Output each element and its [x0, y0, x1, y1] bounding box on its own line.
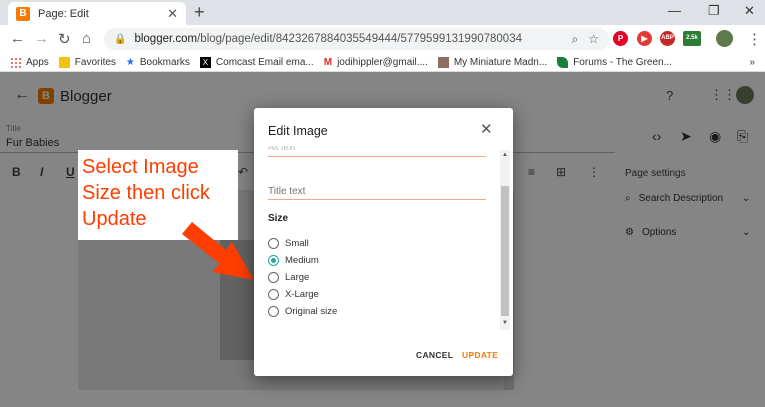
size-option-large[interactable]: Large: [268, 272, 309, 283]
dialog-title: Edit Image: [268, 124, 328, 138]
folder-icon: [58, 57, 70, 68]
radio-small[interactable]: [268, 238, 279, 249]
zoom-search-icon[interactable]: ⌕: [572, 32, 579, 47]
bookmark-gmail[interactable]: Mjodihippler@gmail....: [324, 57, 428, 68]
bookmark-label: Comcast Email ema...: [215, 57, 314, 68]
forward-icon[interactable]: →: [34, 30, 49, 47]
profile-avatar[interactable]: [716, 30, 733, 47]
radio-medium[interactable]: [268, 255, 279, 266]
counter-extension-icon[interactable]: 2.5k: [683, 31, 701, 46]
scroll-down-icon[interactable]: ▼: [502, 320, 508, 326]
pinterest-extension-icon[interactable]: P: [613, 31, 628, 46]
url-path: /blog/page/edit/8423267884035549444/5779…: [197, 33, 522, 45]
radio-x-large[interactable]: [268, 289, 279, 300]
url-text: blogger.com/blog/page/edit/8423267884035…: [134, 33, 571, 45]
option-label: Large: [285, 272, 310, 283]
option-label: Small: [285, 238, 309, 249]
update-button[interactable]: UPDATE: [462, 350, 498, 360]
star-icon: ★: [125, 57, 135, 68]
bookmarks-bar: Apps Favorites ★ Bookmarks X Comcast Email…: [0, 54, 765, 72]
bookmark-label: My Miniature Madn...: [453, 57, 548, 68]
scroll-up-icon[interactable]: ▲: [502, 152, 508, 158]
alt-text-field[interactable]: Alt text: [268, 146, 486, 157]
option-label: Medium: [285, 255, 319, 266]
maximize-icon[interactable]: ❐: [708, 3, 720, 19]
size-option-original[interactable]: Original size: [268, 306, 337, 317]
bookmark-favorites[interactable]: Favorites: [58, 57, 116, 68]
image-icon: [437, 57, 449, 68]
apps-grid-icon: [10, 57, 21, 68]
bookmark-label: Forums - The Green...: [573, 57, 672, 68]
bookmark-label: jodihippler@gmail....: [337, 57, 428, 68]
leaf-icon: [557, 57, 569, 68]
gmail-icon: M: [323, 57, 333, 68]
reload-icon[interactable]: ↻: [58, 30, 71, 48]
radio-original[interactable]: [268, 306, 279, 317]
adblock-extension-icon[interactable]: ABP: [660, 31, 675, 46]
bookmark-label: Apps: [26, 57, 49, 68]
window-close-icon[interactable]: ✕: [744, 3, 755, 19]
bookmark-bookmarks[interactable]: ★ Bookmarks: [126, 57, 190, 68]
url-host: blogger.com: [134, 33, 198, 45]
home-icon[interactable]: ⌂: [82, 30, 91, 47]
chrome-menu-icon[interactable]: ⋮: [747, 30, 762, 48]
record-extension-icon[interactable]: ▶: [637, 31, 652, 46]
size-option-small[interactable]: Small: [268, 238, 309, 249]
back-icon[interactable]: ←: [10, 30, 25, 47]
size-option-medium[interactable]: Medium: [268, 255, 319, 266]
lock-icon: 🔒: [114, 33, 127, 45]
bookmark-forums[interactable]: Forums - The Green...: [557, 57, 672, 68]
size-option-x-large[interactable]: X-Large: [268, 289, 319, 300]
callout-arrow-icon: [182, 222, 254, 280]
browser-tab[interactable]: B Page: Edit ✕: [8, 2, 186, 25]
bookmark-label: Favorites: [74, 57, 116, 68]
more-bookmarks-icon[interactable]: »: [749, 57, 755, 68]
tab-title: Page: Edit: [38, 7, 89, 20]
bookmark-label: Bookmarks: [139, 57, 190, 68]
x-icon: X: [199, 57, 211, 68]
cancel-button[interactable]: CANCEL: [416, 350, 453, 360]
dialog-close-icon[interactable]: ✕: [480, 120, 493, 138]
dialog-scrollbar-thumb[interactable]: [501, 186, 509, 316]
option-label: Original size: [285, 306, 338, 317]
title-text-input[interactable]: [268, 183, 486, 200]
minimize-icon[interactable]: —: [668, 3, 681, 18]
address-bar[interactable]: 🔒 blogger.com/blog/page/edit/84232678840…: [104, 28, 609, 50]
size-label: Size: [268, 213, 289, 224]
blogger-favicon-icon: B: [16, 6, 30, 21]
option-label: X-Large: [285, 289, 319, 300]
bookmark-comcast[interactable]: X Comcast Email ema...: [199, 57, 314, 68]
bookmark-apps[interactable]: Apps: [10, 57, 49, 68]
bookmark-star-icon[interactable]: ☆: [588, 32, 599, 46]
new-tab-button[interactable]: +: [194, 2, 205, 23]
close-tab-icon[interactable]: ✕: [167, 6, 178, 22]
radio-large[interactable]: [268, 272, 279, 283]
bookmark-miniature[interactable]: My Miniature Madn...: [437, 57, 548, 68]
